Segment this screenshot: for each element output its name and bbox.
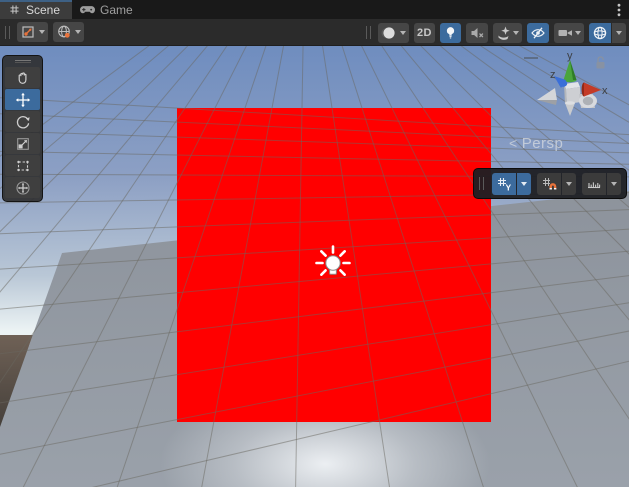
scale-tool-button[interactable] [5, 133, 40, 154]
chevron-down-icon [611, 182, 617, 186]
audio-muted-icon [469, 25, 485, 41]
overlay-drag-handle[interactable] [479, 177, 484, 190]
chevron-down-icon [75, 30, 81, 34]
scene-visibility-button[interactable] [527, 23, 549, 43]
rect-tool-button[interactable] [5, 155, 40, 176]
globe-icon [56, 24, 72, 40]
camera-icon [557, 25, 574, 41]
rotate-icon [15, 114, 31, 130]
overlay-drag-handle[interactable] [5, 26, 10, 39]
lighting-toggle-button[interactable] [440, 23, 461, 43]
rotate-tool-button[interactable] [5, 111, 40, 132]
move-tool-button[interactable] [5, 89, 40, 110]
axis-neg-x-cone-shade [537, 100, 557, 105]
view-tool-button[interactable] [5, 67, 40, 88]
unity-scene-window: Scene Game [0, 0, 629, 487]
axis-neg-y-cone[interactable] [565, 103, 575, 116]
tab-kebab-menu-button[interactable] [609, 0, 629, 19]
orientation-gizmo[interactable]: y z x [523, 50, 629, 132]
persp-chevron-icon: < [509, 135, 518, 151]
effects-toggle-button[interactable] [493, 23, 522, 43]
scene-toolbar: 2D [0, 19, 629, 46]
axis-y-label: y [567, 50, 573, 62]
tab-game-label: Game [100, 3, 133, 17]
grid-snapping-button[interactable] [537, 173, 561, 195]
grid-axis-dropdown[interactable] [517, 173, 531, 195]
projection-mode-label[interactable]: <Persp [509, 135, 563, 152]
grid-snap-overlay: Y [473, 168, 627, 199]
grid-axis-y-icon: Y [496, 176, 512, 192]
transform-icon [15, 180, 31, 196]
gizmos-toggle-button[interactable] [589, 23, 611, 43]
kebab-menu-icon [617, 3, 621, 17]
camera-settings-button[interactable] [554, 23, 584, 43]
snap-increment-ruler-icon [586, 176, 602, 192]
scene-viewport[interactable]: y z x <Persp Y [0, 46, 629, 487]
grid-axis-letter: Y [506, 182, 512, 192]
axis-x-label: x [602, 85, 608, 97]
grid-axis-button[interactable]: Y [492, 173, 516, 195]
2d-mode-label: 2D [417, 27, 432, 39]
axis-neg-z-tip [583, 97, 593, 105]
scale-icon [15, 136, 31, 152]
tab-scene-label: Scene [26, 3, 60, 17]
handle-rotation-button[interactable] [53, 22, 84, 42]
grid-snap-magnet-icon [541, 176, 557, 192]
shaded-sphere-icon [381, 25, 397, 41]
grid-icon [8, 3, 21, 16]
gizmo-sphere-icon [592, 25, 608, 41]
pivot-icon [20, 24, 36, 40]
tools-overlay-panel [2, 55, 43, 202]
lock-icon[interactable] [597, 57, 605, 69]
light-bulb-icon [443, 25, 458, 40]
chevron-down-icon [566, 182, 572, 186]
gamepad-icon [80, 3, 95, 16]
grid-snapping-dropdown[interactable] [562, 173, 576, 195]
rect-tool-icon [15, 158, 31, 174]
axis-neg-x-cone[interactable] [537, 88, 557, 100]
tab-scene[interactable]: Scene [0, 0, 72, 19]
handle-position-button[interactable] [17, 22, 48, 42]
2d-mode-button[interactable]: 2D [414, 23, 435, 43]
chevron-down-icon [521, 182, 527, 186]
draw-mode-button[interactable] [378, 23, 409, 43]
snap-increment-button[interactable] [582, 173, 606, 195]
eye-hidden-icon [530, 25, 546, 41]
audio-toggle-button[interactable] [466, 23, 488, 43]
tab-bar: Scene Game [0, 0, 629, 19]
hand-icon [15, 70, 31, 86]
gizmos-dropdown-button[interactable] [612, 23, 626, 43]
chevron-down-icon [400, 31, 406, 35]
overlay-drag-handle[interactable] [366, 26, 371, 39]
overlay-drag-handle[interactable] [15, 60, 31, 63]
axis-neg-y-base [565, 101, 575, 105]
snap-increment-dropdown[interactable] [607, 173, 621, 195]
chevron-down-icon [513, 31, 519, 35]
persp-text: Persp [522, 135, 564, 152]
effects-star-icon [496, 25, 512, 41]
chevron-down-icon [575, 31, 581, 35]
axis-z-base [559, 80, 567, 87]
axis-z-label: z [550, 69, 556, 81]
tool-settings-overlay [3, 22, 84, 42]
view-options-overlay: 2D [364, 19, 626, 46]
chevron-down-icon [39, 30, 45, 34]
chevron-down-icon [616, 31, 622, 35]
tab-game[interactable]: Game [72, 0, 145, 19]
move-icon [15, 92, 31, 108]
transform-tool-button[interactable] [5, 177, 40, 198]
